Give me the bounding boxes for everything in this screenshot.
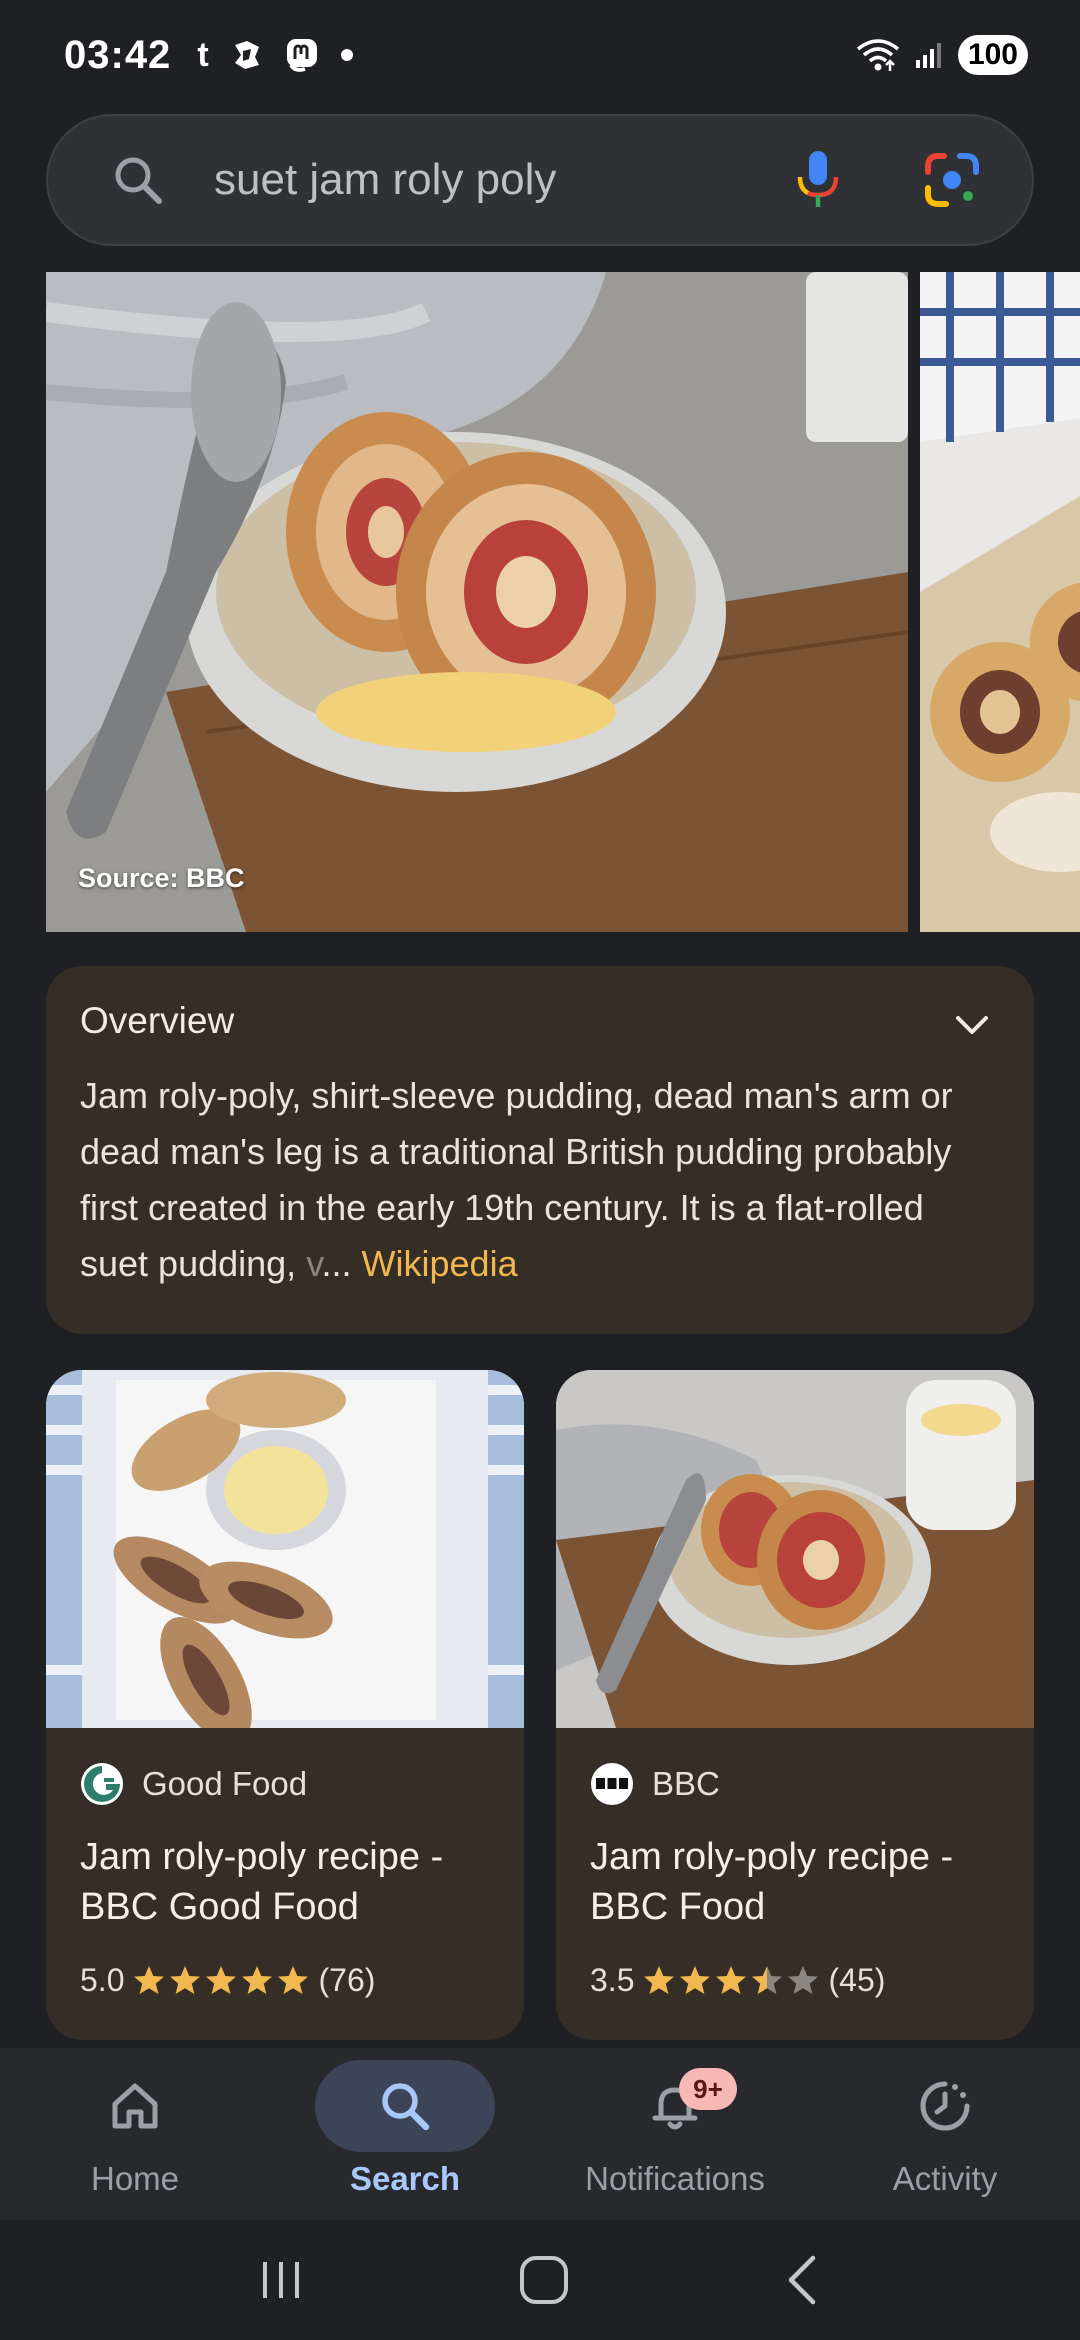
nav-home-pill[interactable] [45,2060,225,2152]
rating-value: 3.5 [590,1962,635,1998]
search-icon [382,2083,430,2131]
microphone-icon[interactable] [778,140,858,220]
image-carousel[interactable]: Source: BBC [46,272,1080,932]
review-count: (76) [318,1962,376,1998]
nav-search-pill[interactable] [315,2060,495,2152]
back-icon[interactable] [783,2254,823,2306]
recipe-source-name: BBC [652,1765,720,1802]
overview-panel[interactable]: Overview Jam roly-poly, shirt-sleeve pud… [46,966,1034,1334]
recipe-card[interactable]: Good Food Jam roly-poly recipe - BBC Goo… [46,1370,524,2040]
nav-notifications-label: Notifications [585,2160,765,2197]
star-icon [716,1965,747,1994]
recipe-rating: 5.0 (76) [80,1962,490,1999]
recipe-source: Good Food [80,1762,490,1806]
status-notification-icons: t [197,35,353,75]
star-icon [206,1965,237,1994]
nav-home-label: Home [90,2160,180,2197]
recipe-source-name: Good Food [142,1765,308,1802]
recipe-source: BBC [590,1762,1000,1806]
status-right: 100 [856,35,1028,75]
star-icon [644,1965,675,1994]
notification-badge: 9+ [679,2068,737,2110]
rating-stars [132,1964,310,1998]
search-input[interactable]: suet jam roly poly [214,155,778,205]
image-source-label: Source: BBC [78,863,245,893]
nav-notifications[interactable]: 9+ Notifications [540,2048,810,2220]
nav-notifications-pill[interactable]: 9+ [585,2060,765,2152]
roly-poly-in-bowl-photo[interactable]: Source: BBC [46,272,908,932]
recipe-card[interactable]: BBC Jam roly-poly recipe - BBC Food 3.5 … [556,1370,1034,2040]
recipe-title[interactable]: Jam roly-poly recipe - BBC Good Food [80,1832,490,1932]
search-icon [98,140,178,220]
overview-source-link[interactable]: Wikipedia [362,1243,518,1284]
threads-app-icon [234,41,259,69]
nav-activity-label: Activity [892,2160,998,2197]
more-notifications-dot [340,49,353,61]
recent-apps-icon[interactable] [257,2256,305,2304]
review-count: (45) [828,1962,886,1998]
star-icon [752,1965,783,1994]
nav-activity[interactable]: Activity [810,2048,1080,2220]
nav-search[interactable]: Search [270,2048,540,2220]
rating-value: 5.0 [80,1962,125,1998]
star-icon [242,1965,273,1994]
good-food-logo-icon [81,1763,123,1805]
activity-icon [920,2081,970,2131]
recipe-photo [556,1370,1034,1728]
lens-camera-icon[interactable] [912,140,992,220]
status-bar: 03:42 t 100 [0,0,1080,110]
bottom-navigation: Home Search 9+ Notifications Activity [0,2048,1080,2220]
nav-activity-pill[interactable] [855,2060,1035,2152]
star-icon [134,1965,165,1994]
star-icon [788,1965,819,1994]
battery-indicator: 100 [957,35,1028,75]
star-icon [278,1965,309,1994]
bbc-logo-icon [591,1763,633,1805]
overview-ellipsis: ... [321,1243,362,1284]
recipe-rating: 3.5 (45) [590,1962,1000,1999]
cell-signal-icon [915,43,941,68]
tumblr-icon: t [197,35,209,74]
star-icon [680,1965,711,1994]
mastodon-icon [286,39,317,72]
overview-snippet: Jam roly-poly, shirt-sleeve pudding, dea… [80,1068,1000,1292]
home-icon [112,2083,158,2129]
home-button-icon[interactable] [518,2254,570,2306]
chevron-down-icon[interactable] [952,1006,992,1046]
overview-faded-text: v [306,1243,322,1284]
recipe-card-body: BBC Jam roly-poly recipe - BBC Food 3.5 … [556,1728,1034,1999]
status-time: 03:42 [64,32,172,77]
search-bar[interactable]: suet jam roly poly [46,114,1034,246]
rating-stars [642,1964,820,1998]
recipe-title[interactable]: Jam roly-poly recipe - BBC Food [590,1832,1000,1932]
sliced-roly-poly-photo[interactable] [920,272,1080,932]
overview-title: Overview [80,1000,235,1041]
nav-search-label: Search [349,2160,461,2197]
nav-home[interactable]: Home [0,2048,270,2220]
star-icon [170,1965,201,1994]
wifi-icon [856,39,900,71]
recipe-card-body: Good Food Jam roly-poly recipe - BBC Goo… [46,1728,524,1999]
recipe-photo [46,1370,524,1728]
system-navigation-bar [0,2220,1080,2340]
